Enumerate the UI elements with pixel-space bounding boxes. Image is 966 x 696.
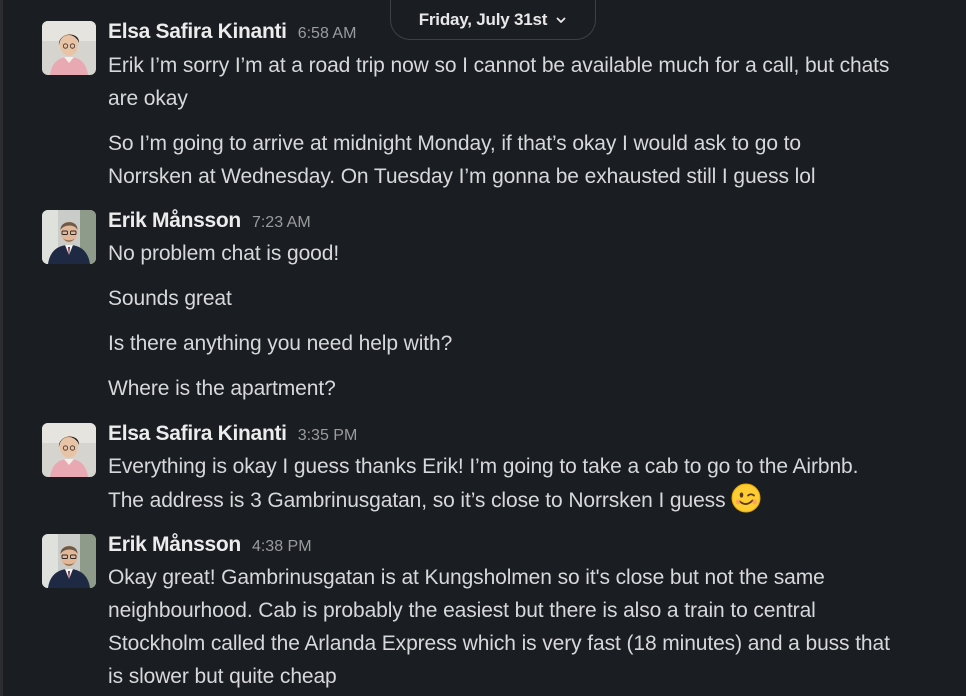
message-text: Norrsken at Wednesday. On Tuesday I’m go… (108, 165, 816, 188)
timestamp[interactable]: 4:38 PM (252, 538, 312, 556)
timestamp[interactable]: 7:23 AM (252, 214, 311, 232)
message-header: Elsa Safira Kinanti 6:58 AM (108, 20, 356, 44)
message-header: Erik Månsson 4:38 PM (108, 533, 312, 557)
message-text: The address is 3 Gambrinusgatan, so it’s… (108, 489, 726, 512)
avatar-elsa[interactable] (42, 423, 96, 477)
message-text: So I’m going to arrive at midnight Monda… (108, 132, 801, 155)
sender-name[interactable]: Elsa Safira Kinanti (108, 422, 287, 446)
message-text: neighbourhood. Cab is probably the easie… (108, 599, 816, 622)
timestamp[interactable]: 3:35 PM (298, 427, 358, 445)
message-text: Everything is okay I guess thanks Erik! … (108, 455, 859, 478)
message-header: Erik Månsson 7:23 AM (108, 209, 311, 233)
avatar-erik[interactable] (42, 534, 96, 588)
message-text: Sounds great (108, 287, 232, 310)
sender-name[interactable]: Erik Månsson (108, 209, 241, 233)
winking-face-emoji-icon (731, 483, 761, 513)
message-text: Is there anything you need help with? (108, 332, 453, 355)
avatar-elsa[interactable] (42, 21, 96, 75)
timestamp[interactable]: 6:58 AM (298, 25, 357, 43)
sender-name[interactable]: Erik Månsson (108, 533, 241, 557)
chevron-down-icon (556, 17, 566, 23)
message-text: are okay (108, 87, 188, 110)
message-header: Elsa Safira Kinanti 3:35 PM (108, 422, 357, 446)
sender-name[interactable]: Elsa Safira Kinanti (108, 20, 287, 44)
date-divider-label: Friday, July 31st (418, 9, 548, 29)
message-text: Erik I’m sorry I’m at a road trip now so… (108, 54, 890, 77)
message-text: Okay great! Gambrinusgatan is at Kungsho… (108, 566, 825, 589)
message-text: Stockholm called the Arlanda Express whi… (108, 632, 890, 655)
message-pane: Friday, July 31st Elsa Safira Kinanti 6:… (0, 0, 966, 696)
message-text: is slower but quite cheap (108, 665, 337, 688)
message-text: Where is the apartment? (108, 377, 336, 400)
message-text: No problem chat is good! (108, 242, 340, 265)
avatar-erik[interactable] (42, 210, 96, 264)
message-text-with-emoji: The address is 3 Gambrinusgatan, so it’s… (108, 483, 761, 517)
date-divider-button[interactable]: Friday, July 31st (390, 0, 596, 40)
pane-divider (0, 0, 3, 696)
